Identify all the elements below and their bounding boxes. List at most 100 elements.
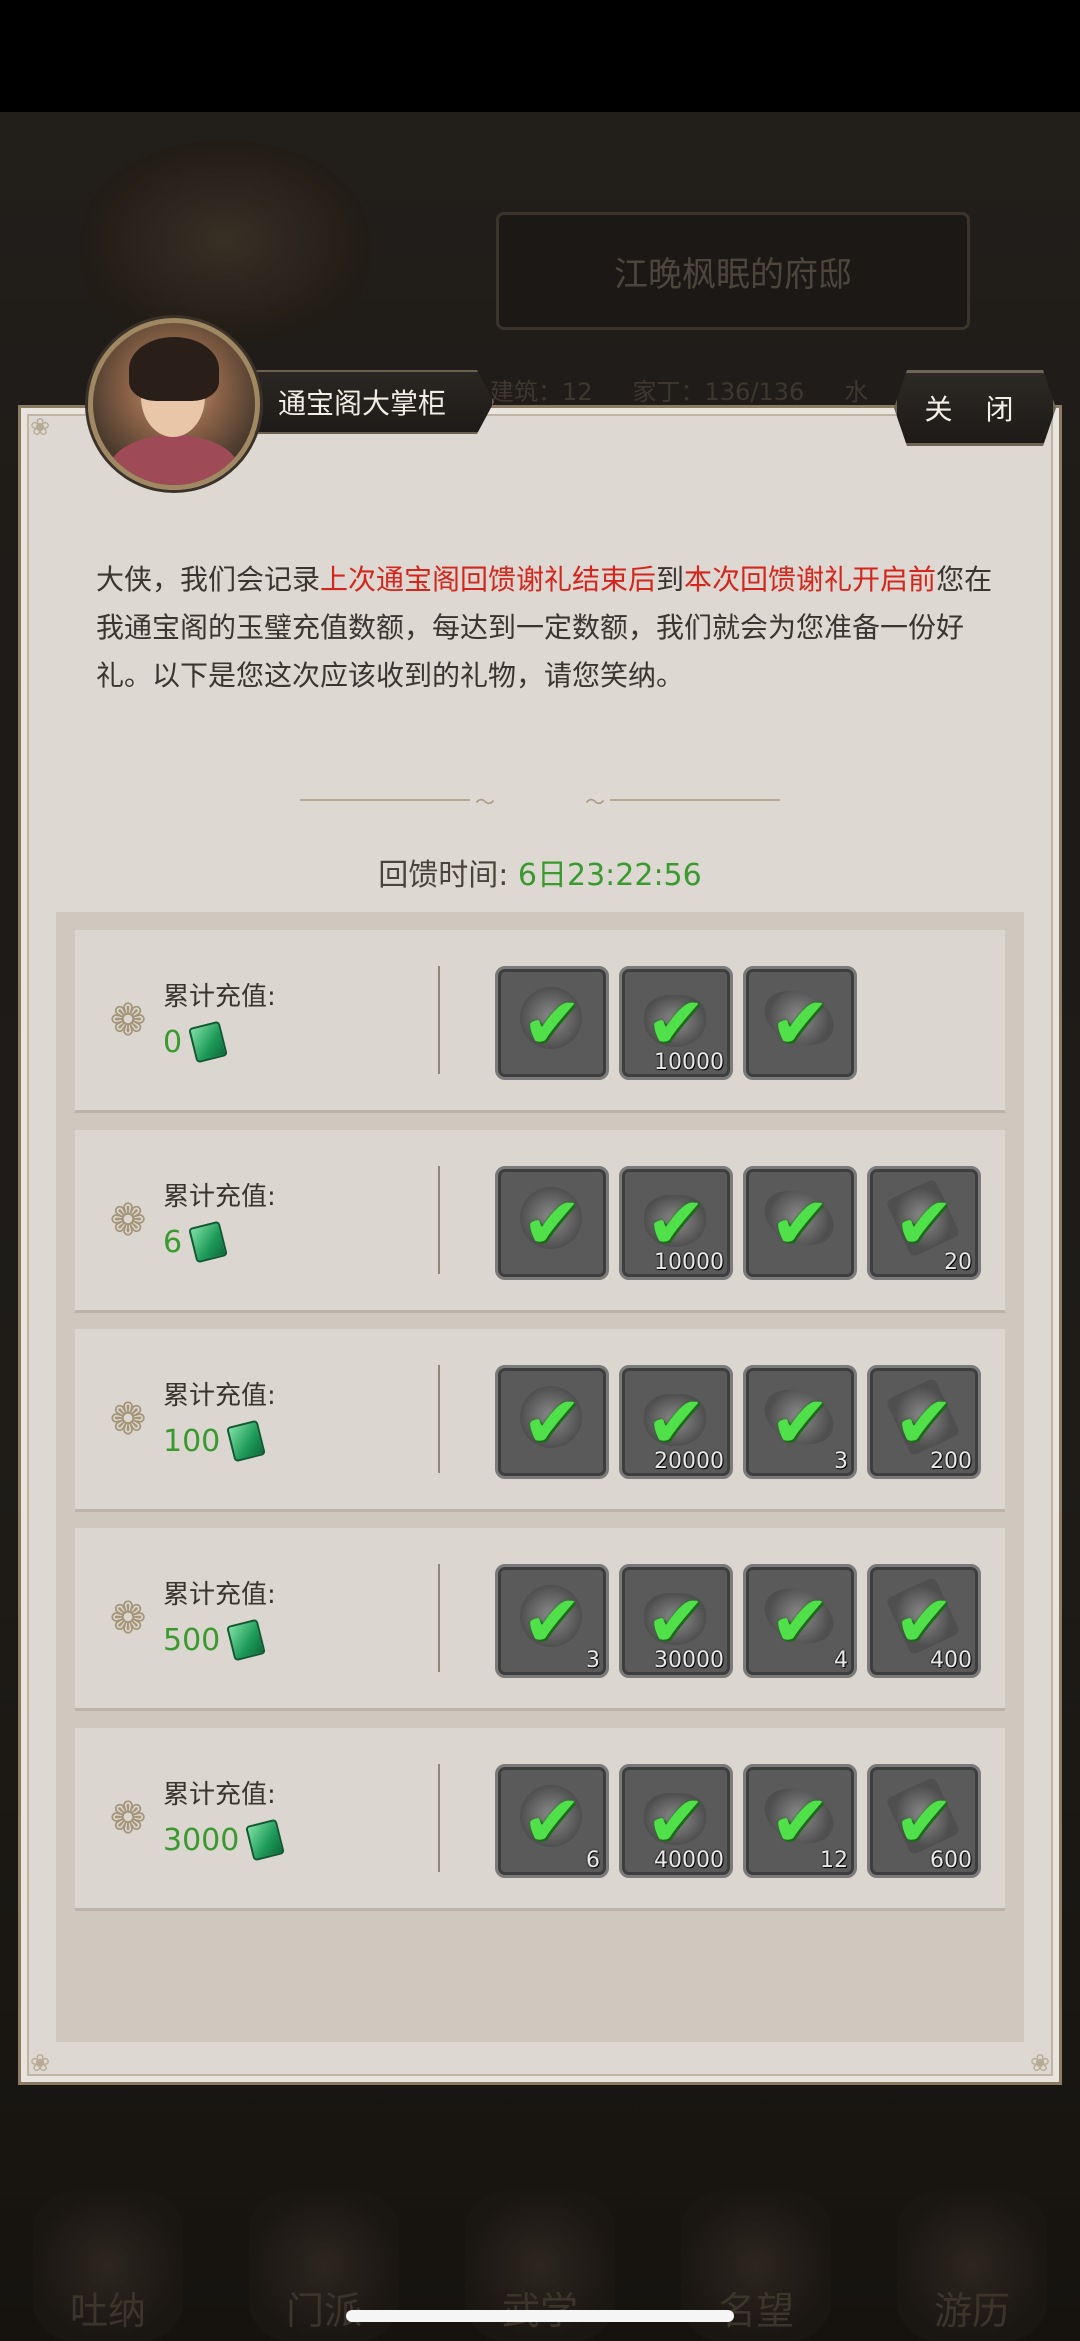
reward-item[interactable]: ✔ 40000: [619, 1764, 733, 1878]
reward-count: 20000: [654, 1449, 724, 1474]
stat-water: 水: [844, 378, 869, 406]
tier-label: 累计充值:: [163, 1381, 276, 1411]
feedback-time: 回馈时间: 6日23:22:56: [0, 850, 1080, 894]
reward-count: 6: [586, 1848, 600, 1873]
row-divider: [438, 1764, 440, 1872]
flower-icon: ❁: [109, 1593, 147, 1644]
flower-icon: ❁: [109, 1195, 147, 1246]
reward-item[interactable]: ✔ 600: [867, 1764, 981, 1878]
reward-item[interactable]: ✔ 4: [743, 1564, 857, 1678]
flower-icon: ❁: [109, 995, 147, 1046]
row-divider: [438, 1166, 440, 1274]
reward-item[interactable]: ✔: [495, 966, 609, 1080]
corner-ornament-icon: ❀: [29, 413, 51, 441]
jade-icon: [188, 1220, 228, 1264]
check-icon: ✔: [769, 981, 831, 1065]
reward-item[interactable]: ✔: [743, 1166, 857, 1280]
nav-youli[interactable]: 游历: [897, 2191, 1047, 2341]
reward-count: 12: [820, 1848, 848, 1873]
desc-text: 大侠，我们会记录: [96, 563, 321, 596]
reward-item[interactable]: ✔ 200: [867, 1365, 981, 1479]
tier-row: ❁ 累计充值: 500 ✔ 3 ✔ 30000 ✔ 4 ✔ 400: [75, 1528, 1005, 1708]
tier-row: ❁ 累计充值: 100 ✔ ✔ 20000 ✔ 3 ✔ 200: [75, 1329, 1005, 1509]
stat-buildings: 建筑：12: [490, 378, 593, 406]
status-bar-area: [0, 0, 1080, 112]
tier-amount-value: 500: [163, 1622, 221, 1658]
tier-amount: 3000: [163, 1818, 286, 1862]
feedback-time-value: 6日23:22:56: [517, 858, 702, 893]
tier-label: 累计充值:: [163, 1580, 276, 1610]
reward-count: 3: [834, 1449, 848, 1474]
reward-list: ✔ ✔ 20000 ✔ 3 ✔ 200: [495, 1365, 981, 1479]
mansion-title: 江晚枫眠的府邸: [496, 212, 970, 330]
tier-amount: 0: [163, 1020, 228, 1064]
npc-name: 通宝阁大掌柜: [278, 387, 447, 420]
tier-amount: 6: [163, 1220, 228, 1264]
swirl-icon: ～: [585, 789, 605, 814]
check-icon: ✔: [521, 1181, 583, 1265]
reward-count: 600: [930, 1848, 972, 1873]
reward-item[interactable]: ✔: [743, 966, 857, 1080]
reward-item[interactable]: ✔ 20: [867, 1166, 981, 1280]
reward-item[interactable]: ✔ 10000: [619, 966, 733, 1080]
flower-icon: ❁: [109, 1394, 147, 1445]
corner-ornament-icon: ❀: [29, 2049, 51, 2077]
npc-portrait-avatar: [88, 318, 260, 490]
nav-tuna[interactable]: 吐纳: [33, 2191, 183, 2341]
background-stats: 建筑：12 家丁：136/136 水: [490, 372, 950, 406]
reward-count: 30000: [654, 1648, 724, 1673]
reward-item[interactable]: ✔ 20000: [619, 1365, 733, 1479]
tier-amount-value: 6: [163, 1224, 183, 1260]
tier-amount: 500: [163, 1618, 267, 1662]
check-icon: ✔: [521, 1380, 583, 1464]
feedback-time-label: 回馈时间:: [378, 858, 509, 893]
tier-label: 累计充值:: [163, 1182, 276, 1212]
check-icon: ✔: [769, 1181, 831, 1265]
desc-text: 到: [656, 563, 685, 596]
reward-item[interactable]: ✔ 30000: [619, 1564, 733, 1678]
reward-item[interactable]: ✔ 3: [743, 1365, 857, 1479]
dialog-description: 大侠，我们会记录上次通宝阁回馈谢礼结束后到本次回馈谢礼开启前您在我通宝阁的玉璧充…: [96, 556, 1000, 700]
row-divider: [438, 1564, 440, 1672]
reward-count: 10000: [654, 1050, 724, 1075]
tier-label: 累计充值:: [163, 982, 276, 1012]
reward-item[interactable]: ✔: [495, 1365, 609, 1479]
stat-servants: 家丁：136/136: [632, 378, 805, 406]
close-button[interactable]: 关 闭: [894, 370, 1056, 446]
tier-row: ❁ 累计充值: 6 ✔ ✔ 10000 ✔ ✔ 20: [75, 1130, 1005, 1310]
mansion-emblem: [80, 140, 370, 340]
reward-count: 20: [944, 1250, 972, 1275]
tier-row: ❁ 累计充值: 0 ✔ ✔ 10000 ✔: [75, 930, 1005, 1110]
swirl-icon: ～: [475, 789, 495, 814]
tier-row: ❁ 累计充值: 3000 ✔ 6 ✔ 40000 ✔ 12 ✔ 600: [75, 1728, 1005, 1908]
reward-item[interactable]: ✔ 400: [867, 1564, 981, 1678]
reward-item[interactable]: ✔: [495, 1166, 609, 1280]
reward-item[interactable]: ✔ 12: [743, 1764, 857, 1878]
reward-count: 40000: [654, 1848, 724, 1873]
corner-ornament-icon: ❀: [1029, 2049, 1051, 2077]
reward-list: ✔ 6 ✔ 40000 ✔ 12 ✔ 600: [495, 1764, 981, 1878]
jade-icon: [226, 1618, 267, 1662]
reward-count: 10000: [654, 1250, 724, 1275]
jade-icon: [245, 1818, 286, 1862]
reward-count: 4: [834, 1648, 848, 1673]
reward-item[interactable]: ✔ 6: [495, 1764, 609, 1878]
row-divider: [438, 966, 440, 1074]
reward-item[interactable]: ✔ 3: [495, 1564, 609, 1678]
desc-highlight: 上次通宝阁回馈谢礼结束后: [320, 563, 657, 596]
jade-icon: [188, 1020, 228, 1064]
tier-amount: 100: [163, 1419, 267, 1463]
row-divider: [438, 1365, 440, 1473]
flower-icon: ❁: [109, 1793, 147, 1844]
reward-item[interactable]: ✔ 10000: [619, 1166, 733, 1280]
tier-label: 累计充值:: [163, 1780, 276, 1810]
reward-count: 200: [930, 1449, 972, 1474]
reward-count: 400: [930, 1648, 972, 1673]
reward-count: 3: [586, 1648, 600, 1673]
reward-list: ✔ 3 ✔ 30000 ✔ 4 ✔ 400: [495, 1564, 981, 1678]
jade-icon: [226, 1419, 267, 1463]
home-indicator[interactable]: [346, 2310, 734, 2322]
tier-amount-value: 3000: [163, 1822, 240, 1858]
reward-list: ✔ ✔ 10000 ✔: [495, 966, 857, 1080]
ornament-divider: ～ ～: [300, 790, 780, 814]
